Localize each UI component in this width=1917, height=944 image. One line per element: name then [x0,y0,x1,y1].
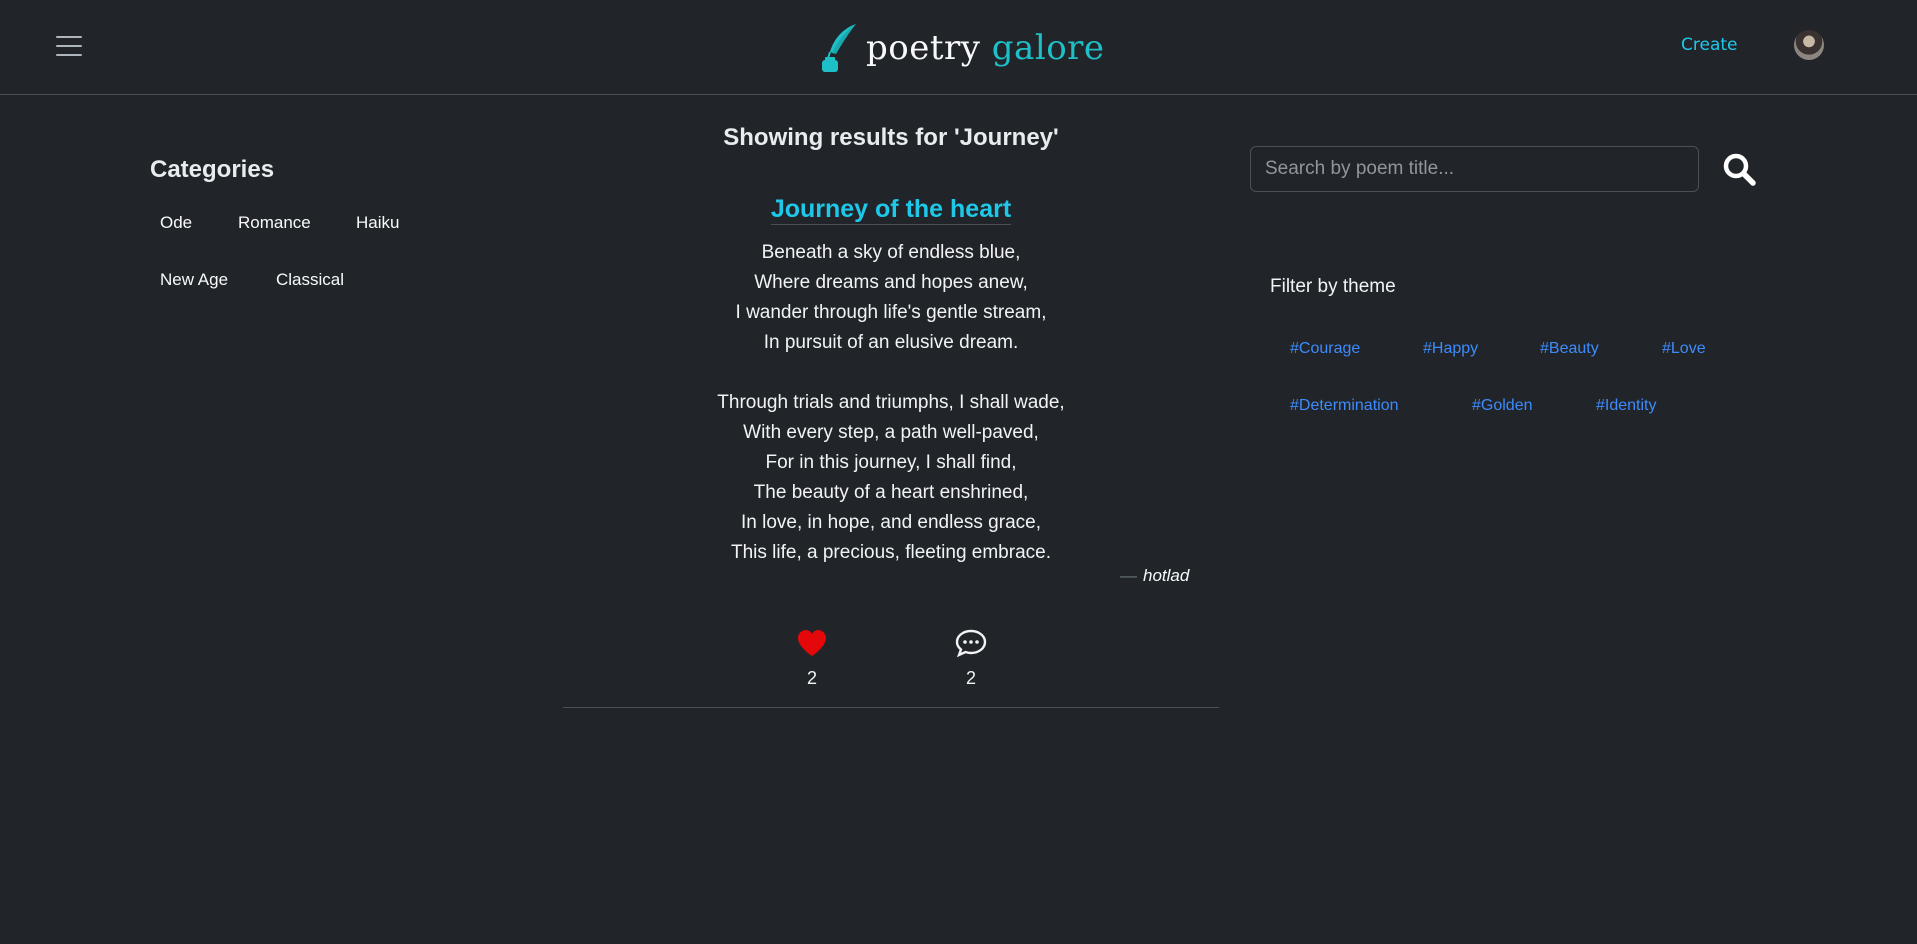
filter-title: Filter by theme [1270,276,1396,297]
poem-line: In pursuit of an elusive dream. [763,332,1019,353]
author-name[interactable]: hotlad [1143,566,1189,585]
search-icon [1723,153,1756,186]
comment-count: 2 [965,668,976,688]
poem-line: I wander through life's gentle stream, [735,302,1047,323]
poem-line: Through trials and triumphs, I shall wad… [717,392,1065,413]
poem-line: For in this journey, I shall find, [765,452,1017,473]
quill-inkwell-icon [822,24,856,72]
brand-word-galore: galore [991,28,1105,68]
brand-logo[interactable]: poetry galore [818,20,1105,76]
poem-body: Beneath a sky of endless blue, Where dre… [560,238,1222,568]
search-button[interactable] [1720,150,1760,190]
poem-line: The beauty of a heart enshrined, [753,482,1029,503]
brand-word-poetry: poetry [866,28,981,68]
theme-tag-courage[interactable]: #Courage [1290,340,1360,358]
poem-title-link[interactable]: Journey of the heart [770,195,1012,225]
like-count: 2 [806,668,817,688]
poem-line: Beneath a sky of endless blue, [761,242,1021,263]
theme-tag-love[interactable]: #Love [1662,340,1706,358]
create-link[interactable]: Create [1681,35,1738,55]
comment-icon [955,629,987,658]
theme-tag-beauty[interactable]: #Beauty [1540,340,1599,358]
category-new-age[interactable]: New Age [160,270,228,290]
theme-tag-happy[interactable]: #Happy [1423,340,1478,358]
like-button[interactable]: 2 [782,628,842,689]
categories-title: Categories [150,156,275,183]
post-divider [563,707,1219,708]
poem-title-wrap: Journey of the heart [560,195,1222,225]
hamburger-menu-icon[interactable] [56,36,82,58]
category-ode[interactable]: Ode [160,213,192,233]
theme-tag-identity[interactable]: #Identity [1596,397,1656,415]
stanza-gap [560,358,1222,388]
poem-line: Where dreams and hopes anew, [754,272,1028,293]
category-classical[interactable]: Classical [276,270,344,290]
author-dash: — [1120,566,1137,585]
theme-tag-determination[interactable]: #Determination [1290,397,1399,415]
poem-author: — hotlad [1120,566,1189,586]
poem-line: With every step, a path well-paved, [743,422,1039,443]
theme-tag-golden[interactable]: #Golden [1472,397,1533,415]
category-haiku[interactable]: Haiku [356,213,399,233]
search-input[interactable] [1250,146,1699,192]
poem-line: In love, in hope, and endless grace, [741,512,1041,533]
poem-line: This life, a precious, fleeting embrace. [731,542,1051,563]
heart-icon [798,630,826,656]
navbar: poetry galore Create [0,0,1917,95]
category-romance[interactable]: Romance [238,213,311,233]
comment-button[interactable]: 2 [941,628,1001,689]
avatar[interactable] [1794,30,1824,60]
results-heading: Showing results for 'Journey' [723,124,1059,151]
